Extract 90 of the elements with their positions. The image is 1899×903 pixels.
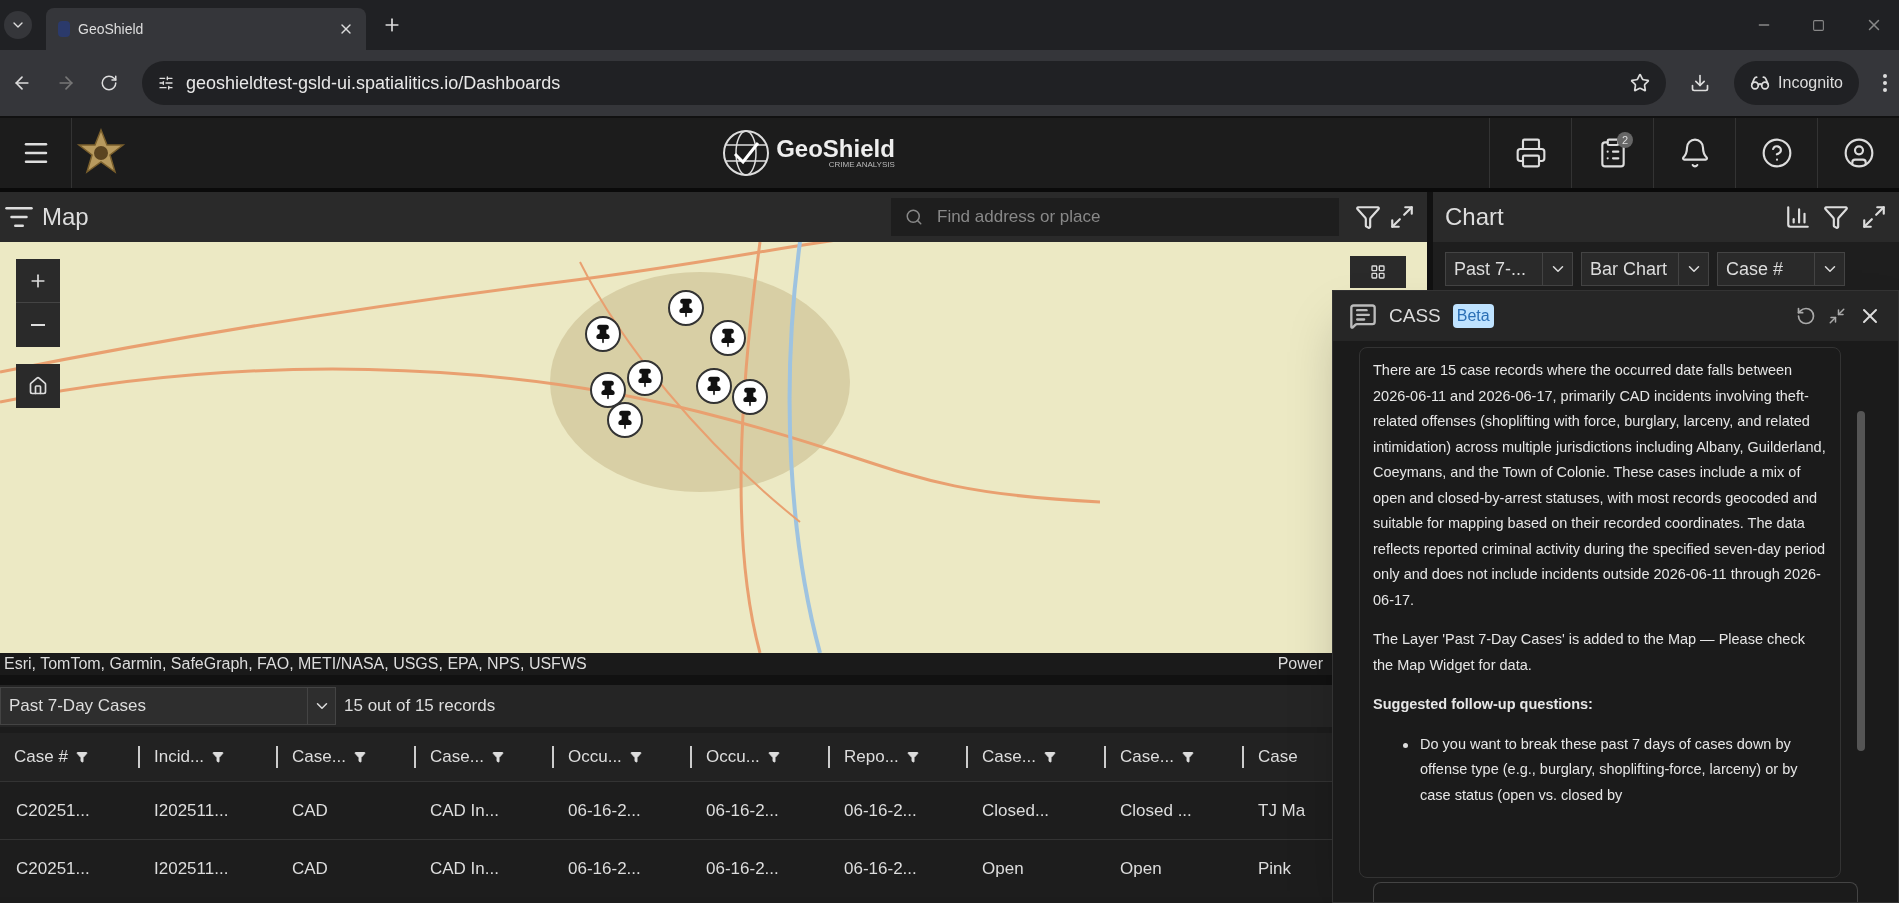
filter-icon[interactable] [1181, 751, 1194, 763]
site-settings-icon[interactable] [158, 75, 174, 91]
follow-up-heading: Suggested follow-up questions: [1373, 695, 1594, 714]
table-cell: CAD In... [430, 858, 499, 878]
table-cell: Open [1120, 858, 1162, 878]
url-text: geoshieldtest-gsld-ui.spatialitics.io/Dashboards [186, 71, 562, 95]
filter-icon[interactable] [75, 751, 88, 763]
column-header[interactable]: Repo... [828, 746, 966, 768]
basemap-grid-button[interactable] [1350, 256, 1406, 288]
follow-up-question[interactable]: Do you want to break these past 7 days of cases down by offense type (e.g., burglary, shoplifting-force, larceny) or by case status (open vs. closed by [1420, 731, 1827, 808]
help-icon[interactable] [1760, 137, 1793, 169]
notification-badge: 2 [1617, 132, 1633, 148]
assistant-title: CASS [1389, 303, 1441, 328]
bullet-icon [1403, 742, 1408, 748]
beta-badge: Beta [1452, 304, 1494, 328]
reload-icon[interactable] [100, 74, 118, 92]
minus-icon [31, 324, 45, 326]
column-header[interactable]: Case... [414, 746, 552, 768]
table-cell: I202511... [154, 858, 229, 878]
browser-tab[interactable]: GeoShield [46, 8, 366, 50]
message-paragraph: The Layer 'Past 7-Day Cases' is added to the Map — Please check the Map Widget for data. [1373, 630, 1806, 675]
table-cell: I202511... [154, 800, 229, 820]
table-cell: 06-16-2... [706, 800, 779, 820]
bookmark-star-icon[interactable] [1630, 73, 1651, 93]
message-input-field[interactable] [1373, 882, 1858, 902]
download-icon[interactable] [1690, 73, 1711, 93]
column-header[interactable]: Case # [0, 746, 138, 768]
chart-option-dropdown[interactable]: Case # [1717, 252, 1845, 286]
table-cell: CAD [292, 800, 328, 820]
user-icon[interactable] [1842, 137, 1875, 169]
tab-title: GeoShield [78, 19, 145, 39]
search-icon [905, 208, 923, 226]
panel-title: Chart [1445, 202, 1505, 232]
column-header[interactable]: Case... [1104, 746, 1242, 768]
collapse-icon[interactable] [1828, 307, 1846, 325]
table-cell: CAD [292, 858, 328, 878]
table-cell: CAD In... [430, 800, 499, 820]
home-button[interactable] [16, 364, 60, 408]
print-icon[interactable] [1514, 137, 1547, 169]
restore-icon[interactable] [1812, 18, 1825, 32]
filter-icon[interactable] [767, 751, 780, 763]
table-cell: Open [982, 858, 1024, 878]
expand-icon[interactable] [1861, 204, 1887, 230]
filter-icon[interactable] [906, 751, 919, 763]
table-cell: 06-16-2... [568, 800, 641, 820]
table-cell: 06-16-2... [844, 800, 917, 820]
filter-icon[interactable] [491, 751, 504, 763]
column-header[interactable]: Case... [966, 746, 1104, 768]
table-cell: 06-16-2... [568, 858, 641, 878]
layer-dropdown[interactable]: Past 7-Day Cases [0, 687, 336, 725]
table-cell: TJ Ma [1258, 800, 1306, 820]
table-cell: C20251... [16, 858, 90, 878]
incognito-badge[interactable]: Incognito [1734, 61, 1859, 105]
map-attribution: Esri, TomTom, Garmin, SafeGraph, FAO, METI/NASA, USGS, EPA, NPS, USFWS [4, 654, 588, 674]
filter-icon[interactable] [1355, 204, 1381, 230]
expand-icon[interactable] [1389, 204, 1415, 230]
table-cell: 06-16-2... [706, 858, 779, 878]
chart-option-dropdown[interactable]: Past 7-... [1445, 252, 1573, 286]
table-cell: Closed... [982, 800, 1050, 820]
logo-subtitle: CRIME ANALYSIS [828, 161, 895, 169]
home-icon [28, 376, 48, 396]
table-cell: 06-16-2... [844, 858, 917, 878]
chart-option-dropdown[interactable]: Bar Chart [1581, 252, 1709, 286]
refresh-icon[interactable] [1796, 306, 1816, 326]
address-bar[interactable]: geoshieldtest-gsld-ui.spatialitics.io/Dashboards [142, 61, 1667, 105]
filter-icon[interactable] [629, 751, 642, 763]
sort-chart-icon[interactable] [1785, 204, 1811, 230]
panel-title: Map [42, 202, 89, 232]
chat-icon [1349, 302, 1377, 330]
filter-icon[interactable] [212, 751, 225, 763]
search-field[interactable]: Find address or place [891, 198, 1339, 236]
column-header[interactable]: Occu... [690, 746, 828, 768]
logo-title: GeoShield [776, 137, 895, 161]
filter-icon[interactable] [353, 751, 366, 763]
glasses-icon [1750, 73, 1771, 93]
column-header[interactable]: Case... [276, 746, 414, 768]
message-paragraph: There are 15 case records where the occurred date falls between 2026-06-11 and 2026-06-17, primarily CAD incidents involving theft-related offenses (shoplifting with force, burglary, larceny, and related intimidation) across multiple jurisdictions including Albany, Guilderland, Coeymans, and the Town of Colonie. These cases include a mix of open and closed-by-arrest statuses, with most records geocoded and suitable for mapping based on their recorded coordinates. The data reflects reported criminal activity during the specified seven-day period only and does not include incidents outside 2026-06-11 through 2026-06-17. [1373, 361, 1827, 610]
scrollbar-thumb[interactable] [1857, 411, 1865, 751]
column-header[interactable]: Incid... [138, 746, 276, 768]
grid-icon [1370, 264, 1386, 280]
filter-icon[interactable] [1823, 204, 1849, 230]
record-count: 15 out of 15 records [344, 695, 496, 718]
more-menu-icon[interactable] [1883, 74, 1887, 92]
table-cell: Pink [1258, 858, 1292, 878]
table-cell: C20251... [16, 800, 90, 820]
powered-by-text: Power [1277, 654, 1323, 674]
filter-icon[interactable] [1043, 751, 1056, 763]
table-cell: Closed ... [1120, 800, 1192, 820]
column-header[interactable]: Occu... [552, 746, 690, 768]
tab-list-button[interactable] [4, 11, 32, 39]
